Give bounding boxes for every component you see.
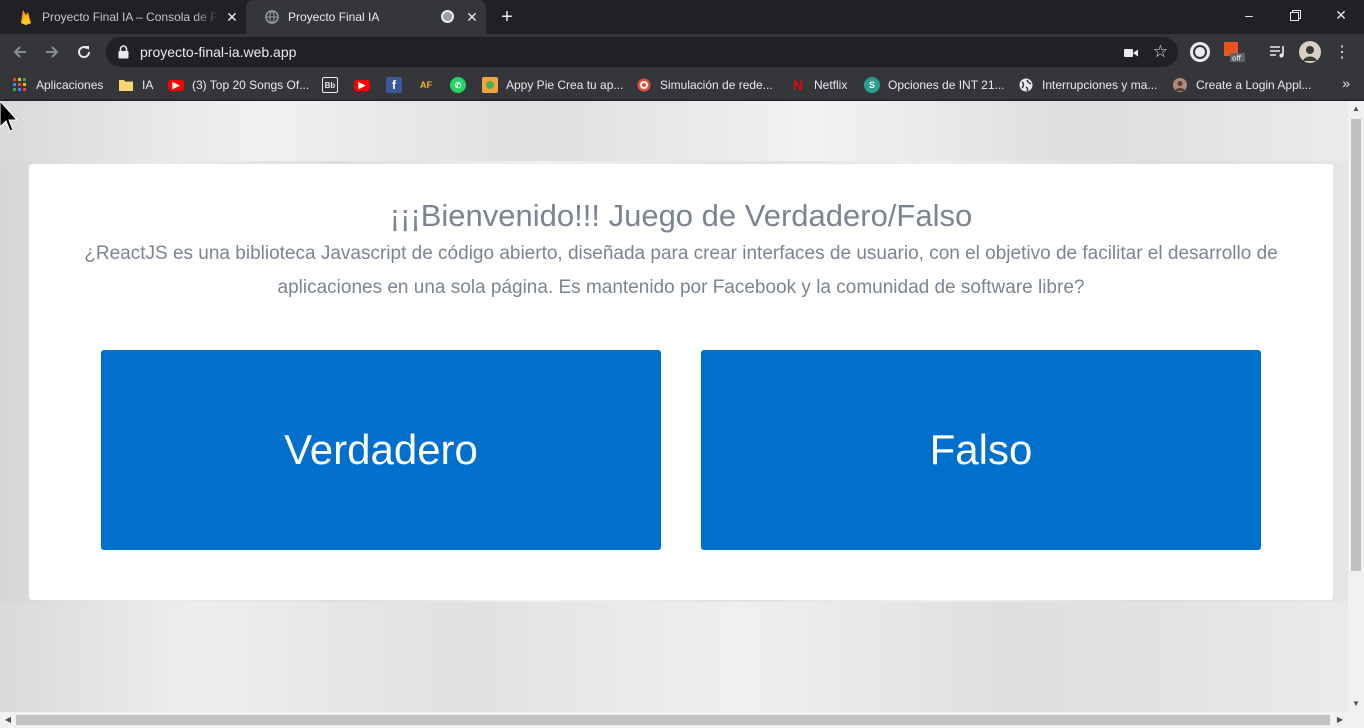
bookmark-top-20-songs[interactable]: ▶ (3) Top 20 Songs Of... [168, 76, 309, 94]
scroll-left-arrow-icon[interactable]: ◀ [0, 712, 16, 728]
recording-indicator-icon [441, 10, 454, 23]
bookmark-folder-ia[interactable]: IA [118, 76, 153, 94]
appypie-icon [482, 77, 498, 93]
bookmark-facebook[interactable]: f [386, 76, 410, 94]
bookmark-label: Netflix [814, 78, 848, 92]
quiz-card: ¡¡¡Bienvenido!!! Juego de Verdadero/Fals… [29, 164, 1333, 600]
bookmark-whatsapp[interactable]: ✆ [450, 76, 474, 94]
tab-close-icon[interactable]: ✕ [224, 9, 240, 25]
lock-icon [118, 45, 129, 64]
af-icon: AF [420, 80, 432, 90]
bookmark-label: IA [142, 78, 154, 92]
browser-menu-icon[interactable]: ⋮ [1330, 40, 1354, 64]
folder-icon [118, 77, 134, 93]
scroll-down-arrow-icon[interactable]: ▼ [1348, 696, 1364, 712]
address-bar[interactable]: proyecto-final-ia.web.app ☆ [106, 37, 1178, 67]
bookmark-simulacion[interactable]: Simulación de rede... [636, 76, 773, 94]
youtube-icon: ▶ [354, 79, 370, 91]
firebase-icon [18, 9, 34, 25]
bookmark-appy-pie[interactable]: Appy Pie Crea tu ap... [482, 76, 623, 94]
svg-text:off: off [1232, 55, 1241, 63]
browser-toolbar: proyecto-final-ia.web.app ☆ off ⋮ [0, 34, 1364, 70]
bookmark-label: Aplicaciones [36, 78, 104, 92]
profile-avatar-icon[interactable] [1298, 40, 1322, 64]
bookmark-youtube[interactable]: ▶ [354, 76, 378, 94]
url-text: proyecto-final-ia.web.app [140, 44, 297, 60]
back-arrow-icon[interactable] [6, 38, 34, 66]
globe-icon [264, 9, 280, 25]
bookmark-star-icon[interactable]: ☆ [1153, 42, 1168, 62]
extension-circle-icon[interactable] [1188, 40, 1212, 64]
avatar-icon [1172, 77, 1188, 93]
tab-firebase-console[interactable]: Proyecto Final IA – Consola de Firebase … [0, 0, 246, 34]
scroll-up-arrow-icon[interactable]: ▲ [1348, 101, 1364, 117]
bookmark-label: Interrupciones y ma... [1042, 78, 1158, 92]
target-icon [636, 77, 652, 93]
bookmark-bb[interactable]: Bb [322, 76, 346, 94]
tab-proyecto-final[interactable]: Proyecto Final IA ✕ [246, 0, 486, 34]
horizontal-scrollbar[interactable]: ◀ ▶ [0, 712, 1364, 728]
horizontal-scroll-thumb[interactable] [16, 715, 1330, 725]
youtube-icon: ▶ [168, 79, 184, 91]
tab-title: Proyecto Final IA – Consola de Firebase [42, 10, 220, 24]
true-button[interactable]: Verdadero [101, 350, 661, 550]
bookmark-label: Create a Login Appl... [1196, 78, 1312, 92]
bookmark-af[interactable]: AF [418, 76, 442, 94]
bookmark-netflix[interactable]: N Netflix [790, 76, 847, 94]
whatsapp-icon: ✆ [450, 77, 466, 93]
bookmark-opciones-int21[interactable]: S Opciones de INT 21... [864, 76, 1005, 94]
media-playlist-icon[interactable] [1266, 40, 1290, 64]
page-title: ¡¡¡Bienvenido!!! Juego de Verdadero/Fals… [389, 198, 973, 233]
vertical-scrollbar[interactable]: ▲ ▼ [1348, 101, 1364, 712]
bookmark-aplicaciones[interactable]: Aplicaciones [12, 76, 103, 94]
apps-grid-icon [12, 77, 28, 93]
question-text: ¿ReactJS es una biblioteca Javascript de… [84, 243, 1278, 298]
bb-icon: Bb [322, 77, 338, 93]
extension-off-icon[interactable]: off [1222, 40, 1246, 64]
bookmark-label: Opciones de INT 21... [888, 78, 1005, 92]
netflix-icon: N [792, 77, 804, 93]
mouse-cursor-icon [0, 100, 19, 140]
page-viewport: ¡¡¡Bienvenido!!! Juego de Verdadero/Fals… [0, 101, 1348, 712]
tab-close-icon[interactable]: ✕ [464, 9, 480, 25]
s-icon: S [864, 77, 880, 93]
bookmark-create-login[interactable]: Create a Login Appl... [1172, 76, 1311, 94]
camera-icon[interactable] [1124, 45, 1138, 63]
restore-icon[interactable] [1272, 0, 1318, 30]
new-tab-button[interactable]: + [496, 6, 518, 28]
false-button[interactable]: Falso [701, 350, 1261, 550]
bookmark-label: (3) Top 20 Songs Of... [192, 78, 310, 92]
close-window-icon[interactable]: ✕ [1318, 0, 1364, 30]
more-bookmarks-chevron-icon[interactable]: » [1342, 75, 1350, 91]
reload-icon[interactable] [70, 38, 98, 66]
globe-icon [1018, 77, 1034, 93]
tab-title: Proyecto Final IA [288, 10, 380, 24]
bookmarks-bar: Aplicaciones IA ▶ (3) Top 20 Songs Of...… [0, 70, 1364, 100]
minimize-icon[interactable]: – [1226, 0, 1272, 30]
scroll-right-arrow-icon[interactable]: ▶ [1332, 712, 1348, 728]
forward-arrow-icon[interactable] [38, 38, 66, 66]
tab-strip: Proyecto Final IA – Consola de Firebase … [0, 0, 1364, 34]
bookmark-label: Simulación de rede... [660, 78, 773, 92]
vertical-scroll-thumb[interactable] [1351, 119, 1361, 571]
bookmark-label: Appy Pie Crea tu ap... [506, 78, 624, 92]
facebook-icon: f [386, 77, 402, 93]
bookmark-interrupciones[interactable]: Interrupciones y ma... [1018, 76, 1157, 94]
